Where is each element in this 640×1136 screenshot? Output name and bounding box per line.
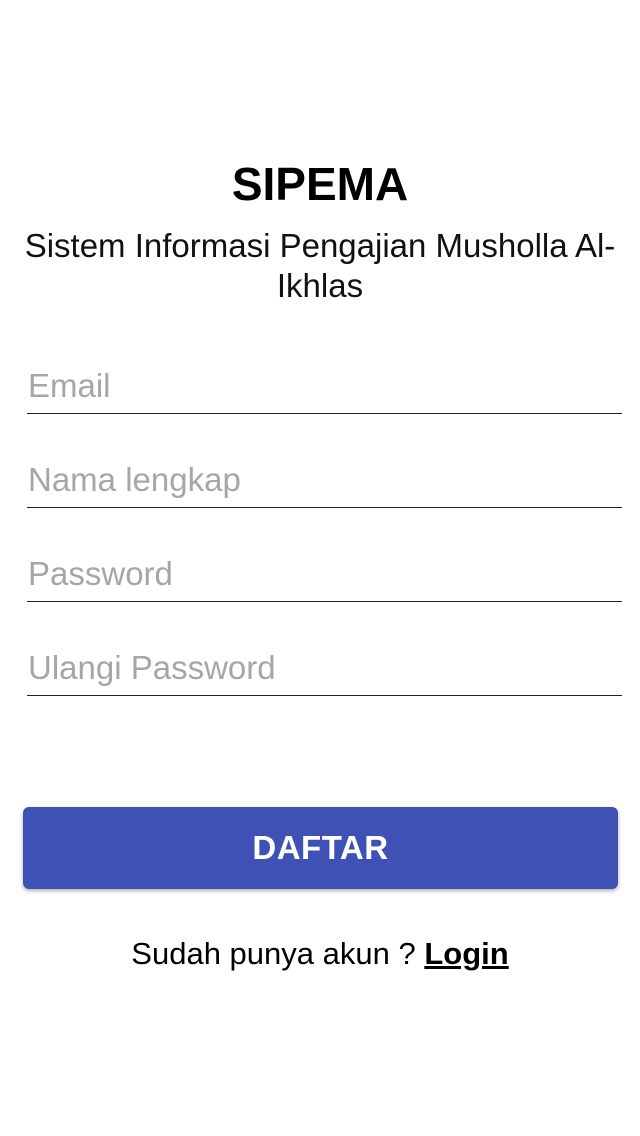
register-button[interactable]: DAFTAR bbox=[23, 807, 618, 889]
login-link[interactable]: Login bbox=[424, 936, 508, 971]
full-name-field[interactable] bbox=[27, 452, 622, 508]
email-field[interactable] bbox=[27, 358, 622, 414]
page-subtitle: Sistem Informasi Pengajian Musholla Al-I… bbox=[24, 227, 616, 304]
have-account-text: Sudah punya akun ? bbox=[131, 936, 416, 971]
password-field[interactable] bbox=[27, 546, 622, 602]
login-prompt: Sudah punya akun ? Login bbox=[0, 934, 640, 974]
confirm-password-field[interactable] bbox=[27, 640, 622, 696]
page-title: SIPEMA bbox=[231, 158, 409, 210]
